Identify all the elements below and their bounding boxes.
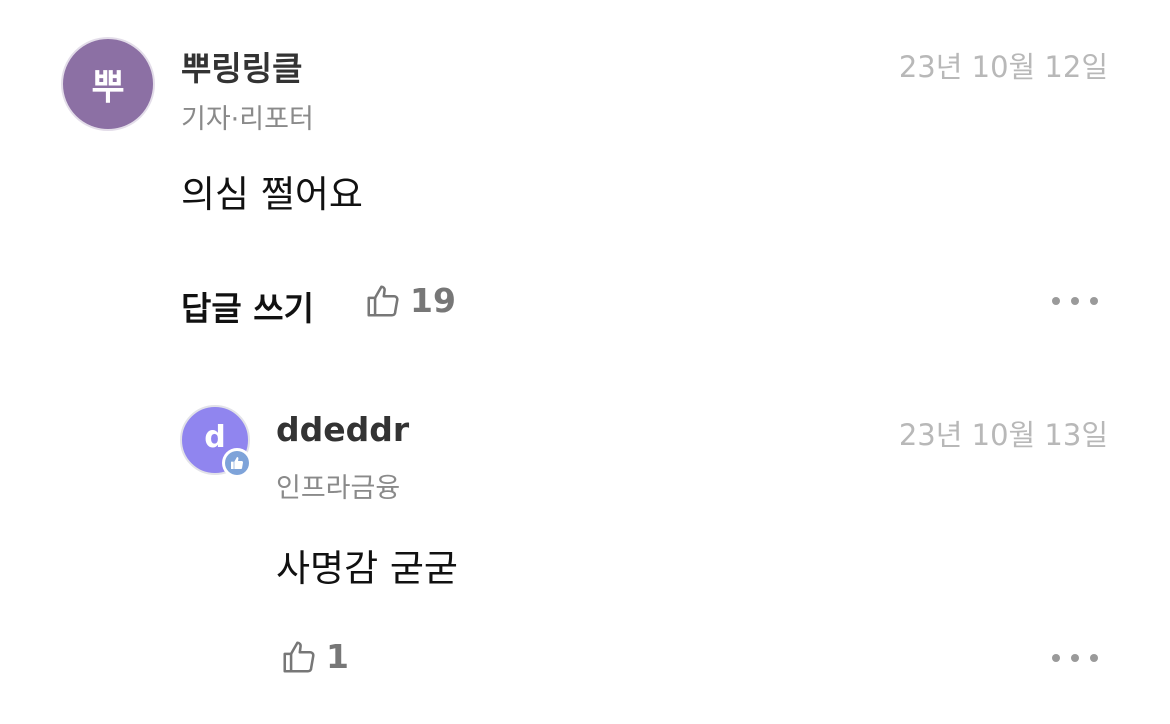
comment-date: 23년 10월 12일 bbox=[898, 50, 1108, 84]
avatar-initial: 뿌 bbox=[91, 67, 125, 108]
avatar-initial: d bbox=[204, 419, 226, 455]
more-dot bbox=[1052, 654, 1060, 662]
avatar-badge bbox=[222, 448, 252, 478]
avatar[interactable]: 뿌 bbox=[61, 37, 155, 131]
more-dot bbox=[1052, 297, 1060, 305]
more-dot bbox=[1071, 654, 1079, 662]
comment-thread: 뿌 뿌링링클 기자·리포터 23년 10월 12일 의심 쩔어요 답글 쓰기 1… bbox=[0, 0, 1170, 724]
more-dot bbox=[1090, 297, 1098, 305]
reply-more-options-button[interactable] bbox=[1052, 653, 1098, 663]
comment-text: 의심 쩔어요 bbox=[181, 173, 363, 216]
like-count: 19 bbox=[410, 281, 456, 320]
more-options-button[interactable] bbox=[1052, 296, 1098, 306]
reply-author-name[interactable]: ddeddr bbox=[276, 410, 409, 449]
thumbs-up-icon bbox=[367, 284, 399, 317]
thumbs-up-badge-icon bbox=[225, 451, 249, 475]
like-count: 1 bbox=[326, 637, 349, 676]
reply-text: 사명감 굳굳 bbox=[276, 547, 458, 590]
more-dot bbox=[1071, 297, 1079, 305]
comment-author-role: 기자·리포터 bbox=[181, 104, 314, 135]
write-reply-button[interactable]: 답글 쓰기 bbox=[181, 282, 314, 330]
thumbs-up-icon bbox=[283, 640, 315, 673]
like-button[interactable]: 19 bbox=[364, 281, 456, 320]
reply-like-button[interactable]: 1 bbox=[280, 637, 349, 676]
comment-author-name[interactable]: 뿌링링클 bbox=[181, 42, 302, 90]
reply-date: 23년 10월 13일 bbox=[898, 418, 1108, 452]
more-dot bbox=[1090, 654, 1098, 662]
reply-author-role: 인프라금융 bbox=[276, 473, 401, 504]
